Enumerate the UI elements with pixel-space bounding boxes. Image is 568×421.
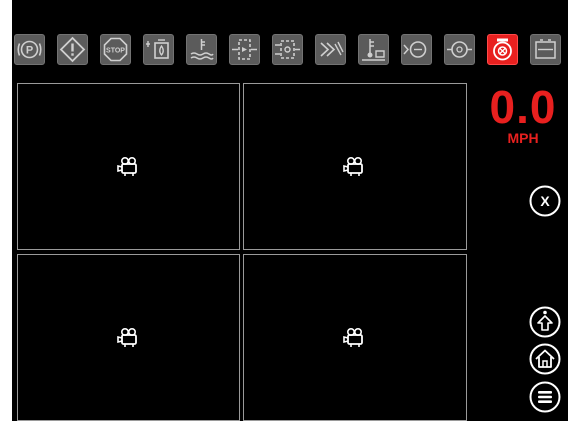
park-brake-icon: P [17,40,42,59]
close-button[interactable]: X [529,185,561,217]
close-icon: X [529,185,561,217]
menu-icon [529,381,561,413]
air-filter-icon [320,41,344,57]
engine-oil-pressure-tile[interactable] [401,34,432,65]
hydraulic-oil-temp-tile[interactable] [358,34,389,65]
stop-label: STOP [106,47,125,54]
camera-view-2[interactable] [243,83,467,250]
hydraulic-filter-icon [232,39,257,60]
transmission-oil-pressure-icon [447,41,472,58]
engine-fault-tile[interactable] [487,34,518,65]
air-filter-tile[interactable] [315,34,346,65]
camera-icon [343,327,363,347]
engine-oil-pressure-icon [403,41,427,58]
speed-readout: 0.0 MPH [482,84,564,146]
up-arrow-icon [529,306,561,338]
menu-button[interactable] [529,381,561,413]
hydraulic-oil-temp-icon [362,39,385,61]
camera-view-4[interactable] [243,254,467,421]
svg-text:P: P [26,45,33,57]
transmission-filter-icon [275,40,300,59]
hydraulic-filter-tile[interactable] [229,34,260,65]
warning-tile[interactable] [57,34,88,65]
home-icon [529,343,561,375]
battery-tile[interactable] [530,34,561,65]
warning-diamond-icon [59,36,86,63]
camera-icon [116,156,137,176]
camera-view-3[interactable] [17,254,240,421]
camera-icon [116,327,137,347]
fuel-water-tile[interactable] [143,34,174,65]
engine-fault-icon [493,38,512,61]
park-brake-tile[interactable]: P [14,34,45,65]
close-label: X [540,193,550,209]
camera-icon [343,156,363,176]
upshift-button[interactable] [529,306,561,338]
coolant-tile[interactable] [186,34,217,65]
display-screen: P STOP 0.0 MPH X [12,0,568,421]
fuel-water-separator-icon [146,39,169,59]
battery-icon [535,39,556,59]
camera-view-1[interactable] [17,83,240,250]
speed-value: 0.0 [489,81,557,133]
stop-icon: STOP [103,37,128,62]
home-button[interactable] [529,343,561,375]
telltale-toolbar: P STOP [12,30,568,68]
transmission-filter-tile[interactable] [272,34,303,65]
transmission-oil-pressure-tile[interactable] [444,34,475,65]
coolant-level-icon [190,39,214,60]
stop-tile[interactable]: STOP [100,34,131,65]
